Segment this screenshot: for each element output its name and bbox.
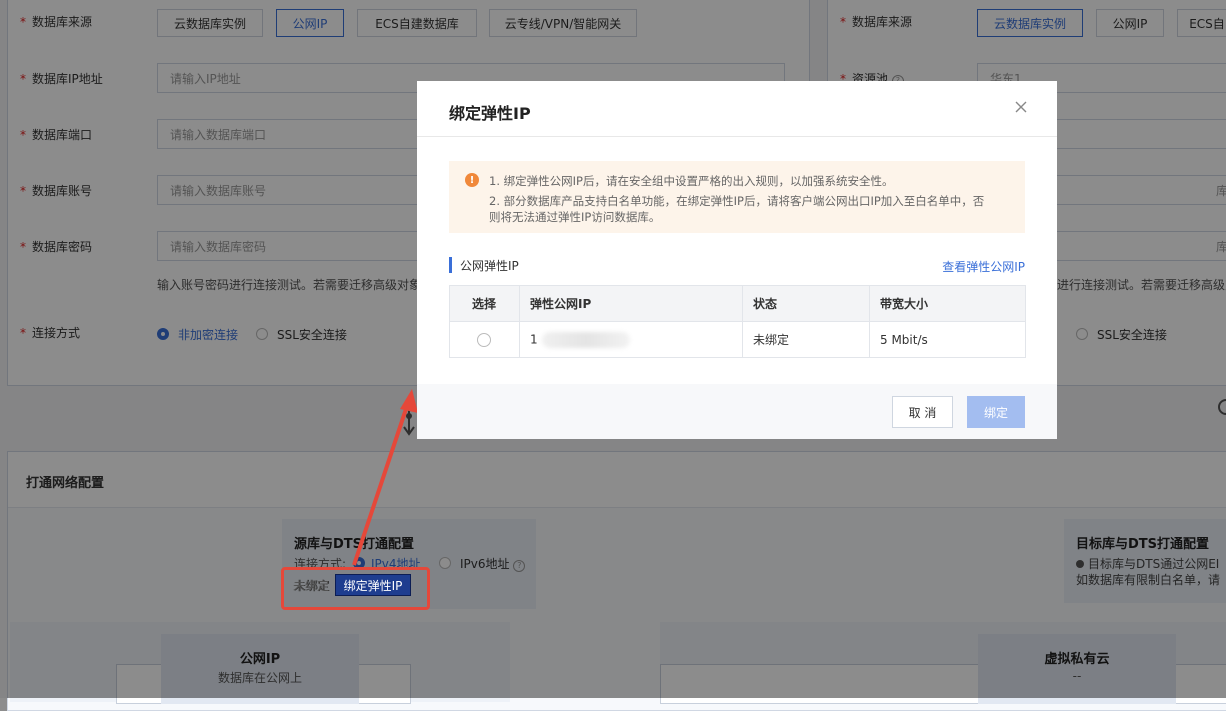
col-eip: 弹性公网IP xyxy=(519,285,743,322)
close-icon[interactable] xyxy=(1013,99,1029,115)
table-row[interactable]: 1 未绑定 5 Mbit/s xyxy=(449,321,1026,358)
row-select-radio[interactable] xyxy=(477,332,491,347)
alert-line-1: 1. 绑定弹性公网IP后，请在安全组中设置严格的出入规则，以加强系统安全性。 xyxy=(489,174,894,188)
warning-alert: ! 1. 绑定弹性公网IP后，请在安全组中设置严格的出入规则，以加强系统安全性。… xyxy=(449,161,1025,233)
dialog-title: 绑定弹性IP xyxy=(449,104,531,123)
dialog-header: 绑定弹性IP xyxy=(417,81,1057,137)
row-eip-cell: 1 xyxy=(519,321,743,358)
row-bandwidth-cell: 5 Mbit/s xyxy=(869,321,1026,358)
view-eip-link[interactable]: 查看弹性公网IP xyxy=(942,258,1025,275)
alert-line-3: 则将无法通过弹性IP访问数据库。 xyxy=(489,210,661,224)
bind-confirm-button[interactable]: 绑定 xyxy=(967,396,1025,428)
eip-table: 选择 弹性公网IP 状态 带宽大小 1 未绑定 5 Mbit/s xyxy=(449,285,1026,358)
col-status: 状态 xyxy=(742,285,870,322)
cancel-button[interactable]: 取 消 xyxy=(892,396,953,428)
table-header-row: 选择 弹性公网IP 状态 带宽大小 xyxy=(449,285,1026,322)
unbound-status-highlight: 未绑定 xyxy=(293,579,330,593)
row-select-cell xyxy=(449,321,520,358)
row-status-cell: 未绑定 xyxy=(742,321,870,358)
bind-eip-button[interactable]: 绑定弹性IP xyxy=(335,574,411,596)
alert-line-2: 2. 部分数据库产品支持白名单功能，在绑定弹性IP后，请将客户端公网出口IP加入… xyxy=(489,194,985,208)
bind-eip-dialog: 绑定弹性IP ! 1. 绑定弹性公网IP后，请在安全组中设置严格的出入规则，以加… xyxy=(417,81,1057,439)
col-select: 选择 xyxy=(449,285,520,322)
warning-icon: ! xyxy=(465,173,479,187)
blurred-ip xyxy=(541,331,630,348)
eip-section-title: 公网弹性IP xyxy=(449,257,519,273)
dialog-footer: 取 消 绑定 xyxy=(417,384,1057,439)
col-bandwidth: 带宽大小 xyxy=(869,285,1026,322)
